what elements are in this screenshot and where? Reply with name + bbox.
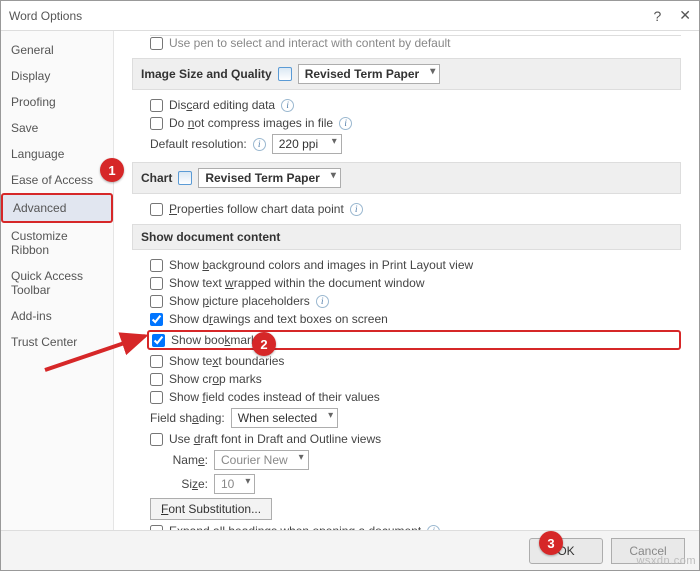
footer: OK Cancel <box>1 530 699 570</box>
sidebar-item-ease-of-access[interactable]: Ease of Access <box>1 167 113 193</box>
checkbox-properties-follow[interactable] <box>150 203 163 216</box>
label-drawings: Show drawings and text boxes on screen <box>169 312 388 326</box>
group-title: Show document content <box>141 230 280 244</box>
label-pen-select: Use pen to select and interact with cont… <box>169 36 451 50</box>
sidebar-item-quick-access-toolbar[interactable]: Quick Access Toolbar <box>1 263 113 303</box>
group-show-document-content: Show document content <box>132 224 681 250</box>
callout-2: 2 <box>252 332 276 356</box>
default-resolution-dropdown[interactable]: 220 ppi <box>272 134 342 154</box>
label-default-resolution: Default resolution: <box>150 137 247 151</box>
label-bg-colors: Show background colors and images in Pri… <box>169 258 473 272</box>
sidebar-item-customize-ribbon[interactable]: Customize Ribbon <box>1 223 113 263</box>
label-text-wrapped: Show text wrapped within the document wi… <box>169 276 424 290</box>
document-icon <box>278 67 292 81</box>
sidebar-item-display[interactable]: Display <box>1 63 113 89</box>
label-properties-follow: Properties follow chart data point <box>169 202 344 216</box>
info-icon[interactable]: i <box>253 138 266 151</box>
checkbox-field-codes[interactable] <box>150 391 163 404</box>
field-shading-dropdown[interactable]: When selected <box>231 408 338 428</box>
document-icon <box>178 171 192 185</box>
label-discard-editing-data: Discard editing data <box>169 98 275 112</box>
label-crop-marks: Show crop marks <box>169 372 262 386</box>
group-title: Image Size and Quality <box>141 67 272 81</box>
window-title: Word Options <box>9 9 653 23</box>
label-text-boundaries: Show text boundaries <box>169 354 284 368</box>
info-icon[interactable]: i <box>316 295 329 308</box>
callout-1: 1 <box>100 158 124 182</box>
help-button[interactable]: ? <box>653 8 661 24</box>
info-icon[interactable]: i <box>339 117 352 130</box>
info-icon[interactable]: i <box>281 99 294 112</box>
sidebar-item-save[interactable]: Save <box>1 115 113 141</box>
font-size-dropdown[interactable]: 10 <box>214 474 255 494</box>
close-button[interactable]: ✕ <box>679 7 691 24</box>
label-do-not-compress: Do not compress images in file <box>169 116 333 130</box>
checkbox-pen-select[interactable] <box>150 37 163 50</box>
annotation-arrow-icon <box>40 300 160 380</box>
label-field-codes: Show field codes instead of their values <box>169 390 380 404</box>
group-title: Chart <box>141 171 172 185</box>
checkbox-text-wrapped[interactable] <box>150 277 163 290</box>
sidebar-item-proofing[interactable]: Proofing <box>1 89 113 115</box>
checkbox-bg-colors[interactable] <box>150 259 163 272</box>
checkbox-draft-font[interactable] <box>150 433 163 446</box>
content-panel: Use pen to select and interact with cont… <box>114 31 699 530</box>
label-field-shading: Field shading: <box>150 411 225 425</box>
label-font-size: Size: <box>168 477 208 491</box>
group-chart: Chart Revised Term Paper <box>132 162 681 194</box>
label-show-bookmarks: Show bookmarks <box>171 333 263 347</box>
sidebar-item-advanced[interactable]: Advanced <box>1 193 113 223</box>
sidebar-item-language[interactable]: Language <box>1 141 113 167</box>
label-draft-font: Use draft font in Draft and Outline view… <box>169 432 381 446</box>
callout-3: 3 <box>539 531 563 555</box>
sidebar: General Display Proofing Save Language E… <box>1 31 114 530</box>
chart-target-dropdown[interactable]: Revised Term Paper <box>198 168 341 188</box>
label-font-name: Name: <box>168 453 208 467</box>
checkbox-discard-editing-data[interactable] <box>150 99 163 112</box>
checkbox-do-not-compress[interactable] <box>150 117 163 130</box>
watermark: wsxdn.com <box>636 555 696 567</box>
info-icon[interactable]: i <box>350 203 363 216</box>
label-pic-placeholders: Show picture placeholders <box>169 294 310 308</box>
sidebar-item-general[interactable]: General <box>1 37 113 63</box>
titlebar: Word Options ? ✕ <box>1 1 699 31</box>
group-image-size-quality: Image Size and Quality Revised Term Pape… <box>132 58 681 90</box>
font-substitution-button[interactable]: Font Substitution... <box>150 498 272 520</box>
font-name-dropdown[interactable]: Courier New <box>214 450 309 470</box>
image-quality-target-dropdown[interactable]: Revised Term Paper <box>298 64 441 84</box>
